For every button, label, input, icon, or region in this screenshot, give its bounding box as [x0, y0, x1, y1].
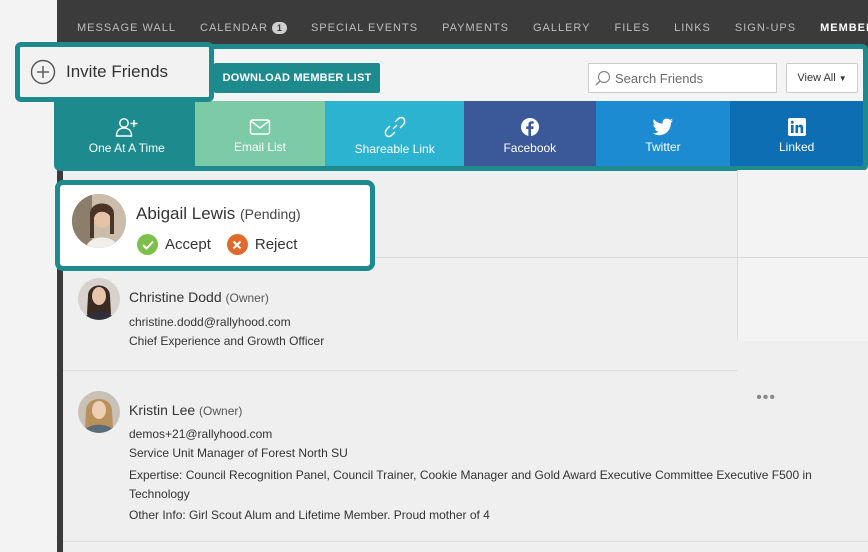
nav-sign-ups[interactable]: SIGN-UPS — [735, 22, 796, 34]
x-icon — [226, 234, 248, 255]
calendar-count-badge: 1 — [271, 22, 287, 34]
nav-special-events[interactable]: SPECIAL EVENTS — [311, 22, 418, 34]
member-role: (Owner) — [225, 291, 269, 305]
avatar — [78, 278, 120, 320]
search-icon — [595, 70, 611, 86]
nav-message-wall[interactable]: MESSAGE WALL — [77, 22, 176, 34]
nav-files[interactable]: FILES — [615, 22, 651, 34]
view-all-label: View All — [797, 72, 836, 84]
invite-friends-button[interactable]: Invite Friends — [15, 42, 214, 102]
member-title: Chief Experience and Growth Officer — [129, 334, 325, 348]
member-email: demos+21@rallyhood.com — [129, 427, 273, 441]
nav-members[interactable]: MEMBERS — [820, 22, 868, 34]
facebook-icon — [520, 118, 539, 136]
avatar — [72, 194, 126, 248]
add-person-icon — [115, 118, 138, 137]
member-email: christine.dodd@rallyhood.com — [129, 315, 291, 329]
member-other-info: Other Info: Girl Scout Alum and Lifetime… — [129, 508, 490, 522]
tile-label: Shareable Link — [354, 142, 435, 156]
caret-down-icon: ▼ — [838, 73, 847, 83]
pending-status: (Pending) — [239, 206, 301, 222]
member-name: Kristin Lee (Owner) — [129, 402, 243, 418]
nav-payments[interactable]: PAYMENTS — [442, 22, 509, 34]
more-options-icon[interactable]: ••• — [756, 389, 776, 407]
view-all-dropdown[interactable]: View All ▼ — [786, 63, 858, 93]
invite-email-list-tile[interactable]: Email List — [194, 101, 326, 166]
envelope-icon — [249, 119, 271, 135]
tile-label: Email List — [234, 140, 287, 154]
invite-friends-label: Invite Friends — [66, 62, 169, 81]
invite-facebook-tile[interactable]: Facebook — [463, 101, 596, 166]
tile-label: One At A Time — [88, 141, 165, 155]
invite-options: One At A Time Email List Shareable Link … — [59, 101, 863, 166]
invite-one-at-a-time-tile[interactable]: One At A Time — [59, 101, 195, 166]
member-expertise-continued: Technology — [129, 487, 190, 501]
member-expertise: Expertise: Council Recognition Panel, Co… — [129, 468, 812, 482]
nav-calendar[interactable]: CALENDAR 1 — [200, 22, 287, 34]
sidebar-panel — [737, 170, 868, 341]
accept-button[interactable]: Accept — [137, 234, 211, 255]
check-icon — [137, 234, 158, 255]
twitter-icon — [652, 118, 673, 136]
invite-shareable-link-tile[interactable]: Shareable Link — [325, 101, 464, 166]
nav-gallery[interactable]: GALLERY — [533, 22, 591, 34]
member-role: (Owner) — [199, 404, 243, 418]
reject-button[interactable]: Reject — [226, 234, 298, 255]
divider — [63, 541, 868, 542]
linkedin-icon — [787, 118, 806, 136]
reject-label: Reject — [254, 236, 298, 253]
person-photo-icon — [78, 278, 120, 320]
invite-linkedin-tile[interactable]: Linked — [730, 101, 863, 166]
pending-actions: Accept Reject — [137, 234, 313, 255]
pending-member-name: Abigail Lewis (Pending) — [136, 204, 301, 223]
person-photo-icon — [78, 391, 120, 433]
nav-links[interactable]: LINKS — [674, 22, 711, 34]
link-icon — [384, 116, 406, 138]
person-photo-icon — [72, 194, 126, 248]
avatar — [78, 391, 120, 433]
tile-label: Linked — [778, 140, 815, 154]
member-row: Christine Dodd (Owner) christine.dodd@ra… — [63, 258, 737, 371]
plus-circle-icon — [30, 59, 56, 85]
member-row: ••• Kristin Lee (Owner) demos+21@rallyho… — [63, 371, 812, 541]
member-title: Service Unit Manager of Forest North SU — [129, 446, 348, 460]
tile-label: Twitter — [645, 140, 681, 154]
member-name: Christine Dodd (Owner) — [129, 289, 269, 305]
search-field[interactable] — [588, 63, 777, 93]
tile-label: Facebook — [503, 141, 557, 155]
search-input[interactable] — [615, 70, 765, 86]
download-member-list-button[interactable]: DOWNLOAD MEMBER LIST — [214, 63, 380, 93]
pending-member-card: Abigail Lewis (Pending) Accept Reject — [55, 180, 375, 271]
invite-twitter-tile[interactable]: Twitter — [595, 101, 731, 166]
accept-label: Accept — [165, 236, 211, 253]
